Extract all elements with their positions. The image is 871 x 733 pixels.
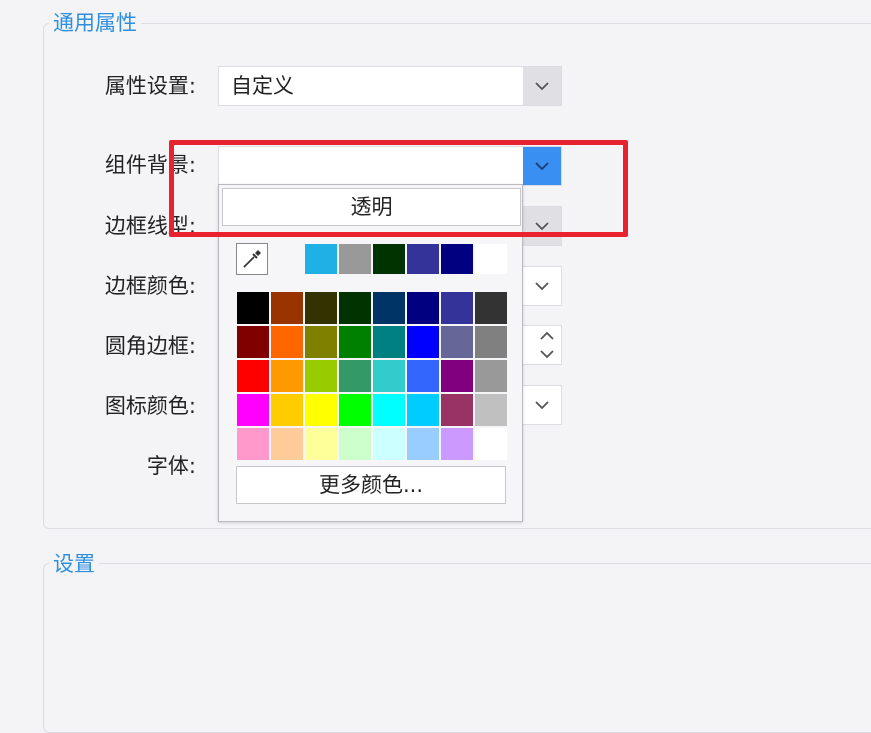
color-swatch[interactable] <box>406 325 440 359</box>
recent-color-swatch[interactable] <box>406 243 440 275</box>
color-swatch[interactable] <box>270 427 304 461</box>
settings-title: 设置 <box>49 551 99 577</box>
spin-up-icon[interactable] <box>539 330 555 342</box>
color-swatch[interactable] <box>372 291 406 325</box>
color-swatch[interactable] <box>474 359 508 393</box>
color-swatch[interactable] <box>474 427 508 461</box>
color-swatch[interactable] <box>440 291 474 325</box>
color-swatch[interactable] <box>474 393 508 427</box>
color-swatch[interactable] <box>304 393 338 427</box>
color-swatch[interactable] <box>406 359 440 393</box>
color-swatch[interactable] <box>236 393 270 427</box>
icon-color-label: 图标颜色: <box>104 394 196 418</box>
color-palette <box>236 291 508 461</box>
color-swatch[interactable] <box>236 359 270 393</box>
border-line-type-label: 边框线型: <box>104 214 196 238</box>
rounded-border-label: 圆角边框: <box>104 334 196 358</box>
color-swatch[interactable] <box>474 291 508 325</box>
color-swatch[interactable] <box>440 325 474 359</box>
color-swatch[interactable] <box>270 325 304 359</box>
color-swatch[interactable] <box>440 393 474 427</box>
color-swatch[interactable] <box>372 325 406 359</box>
transparent-button[interactable]: 透明 <box>222 188 521 226</box>
color-swatch[interactable] <box>270 359 304 393</box>
color-swatch[interactable] <box>338 359 372 393</box>
attribute-setting-label: 属性设置: <box>104 74 196 98</box>
recent-color-swatch[interactable] <box>372 243 406 275</box>
eyedropper-icon[interactable] <box>236 243 268 275</box>
recent-color-swatch[interactable] <box>338 243 372 275</box>
settings-group <box>43 563 871 733</box>
color-swatch[interactable] <box>372 393 406 427</box>
color-swatch[interactable] <box>338 393 372 427</box>
chevron-down-icon[interactable] <box>523 267 561 305</box>
color-swatch[interactable] <box>236 291 270 325</box>
color-swatch[interactable] <box>440 427 474 461</box>
chevron-down-icon[interactable] <box>523 147 561 185</box>
component-background-select[interactable] <box>218 146 562 186</box>
color-swatch[interactable] <box>236 325 270 359</box>
color-swatch[interactable] <box>270 291 304 325</box>
color-swatch[interactable] <box>236 427 270 461</box>
recent-color-swatch[interactable] <box>440 243 474 275</box>
color-swatch[interactable] <box>304 325 338 359</box>
general-properties-title: 通用属性 <box>49 10 141 36</box>
color-swatch[interactable] <box>406 427 440 461</box>
color-swatch[interactable] <box>304 291 338 325</box>
chevron-down-icon[interactable] <box>523 67 561 105</box>
spin-down-icon[interactable] <box>539 348 555 360</box>
chevron-down-icon[interactable] <box>523 207 561 245</box>
color-swatch[interactable] <box>372 427 406 461</box>
color-swatch[interactable] <box>270 393 304 427</box>
attribute-setting-select[interactable]: 自定义 <box>218 66 562 106</box>
recent-color-swatch[interactable] <box>304 243 338 275</box>
color-swatch[interactable] <box>372 359 406 393</box>
font-label: 字体: <box>146 454 196 478</box>
color-swatch[interactable] <box>474 325 508 359</box>
component-background-label: 组件背景: <box>104 153 196 177</box>
color-swatch[interactable] <box>406 393 440 427</box>
more-colors-button[interactable]: 更多颜色... <box>236 466 506 504</box>
color-swatch[interactable] <box>338 291 372 325</box>
recent-color-swatch[interactable] <box>474 243 508 275</box>
border-color-label: 边框颜色: <box>104 274 196 298</box>
color-swatch[interactable] <box>406 291 440 325</box>
recent-colors <box>304 243 508 275</box>
attribute-setting-value: 自定义 <box>231 74 294 98</box>
color-picker-popup: 透明 更多颜色... <box>218 184 523 522</box>
color-swatch[interactable] <box>304 359 338 393</box>
chevron-down-icon[interactable] <box>523 386 561 424</box>
color-swatch[interactable] <box>338 325 372 359</box>
color-swatch[interactable] <box>338 427 372 461</box>
color-swatch[interactable] <box>304 427 338 461</box>
color-swatch[interactable] <box>440 359 474 393</box>
